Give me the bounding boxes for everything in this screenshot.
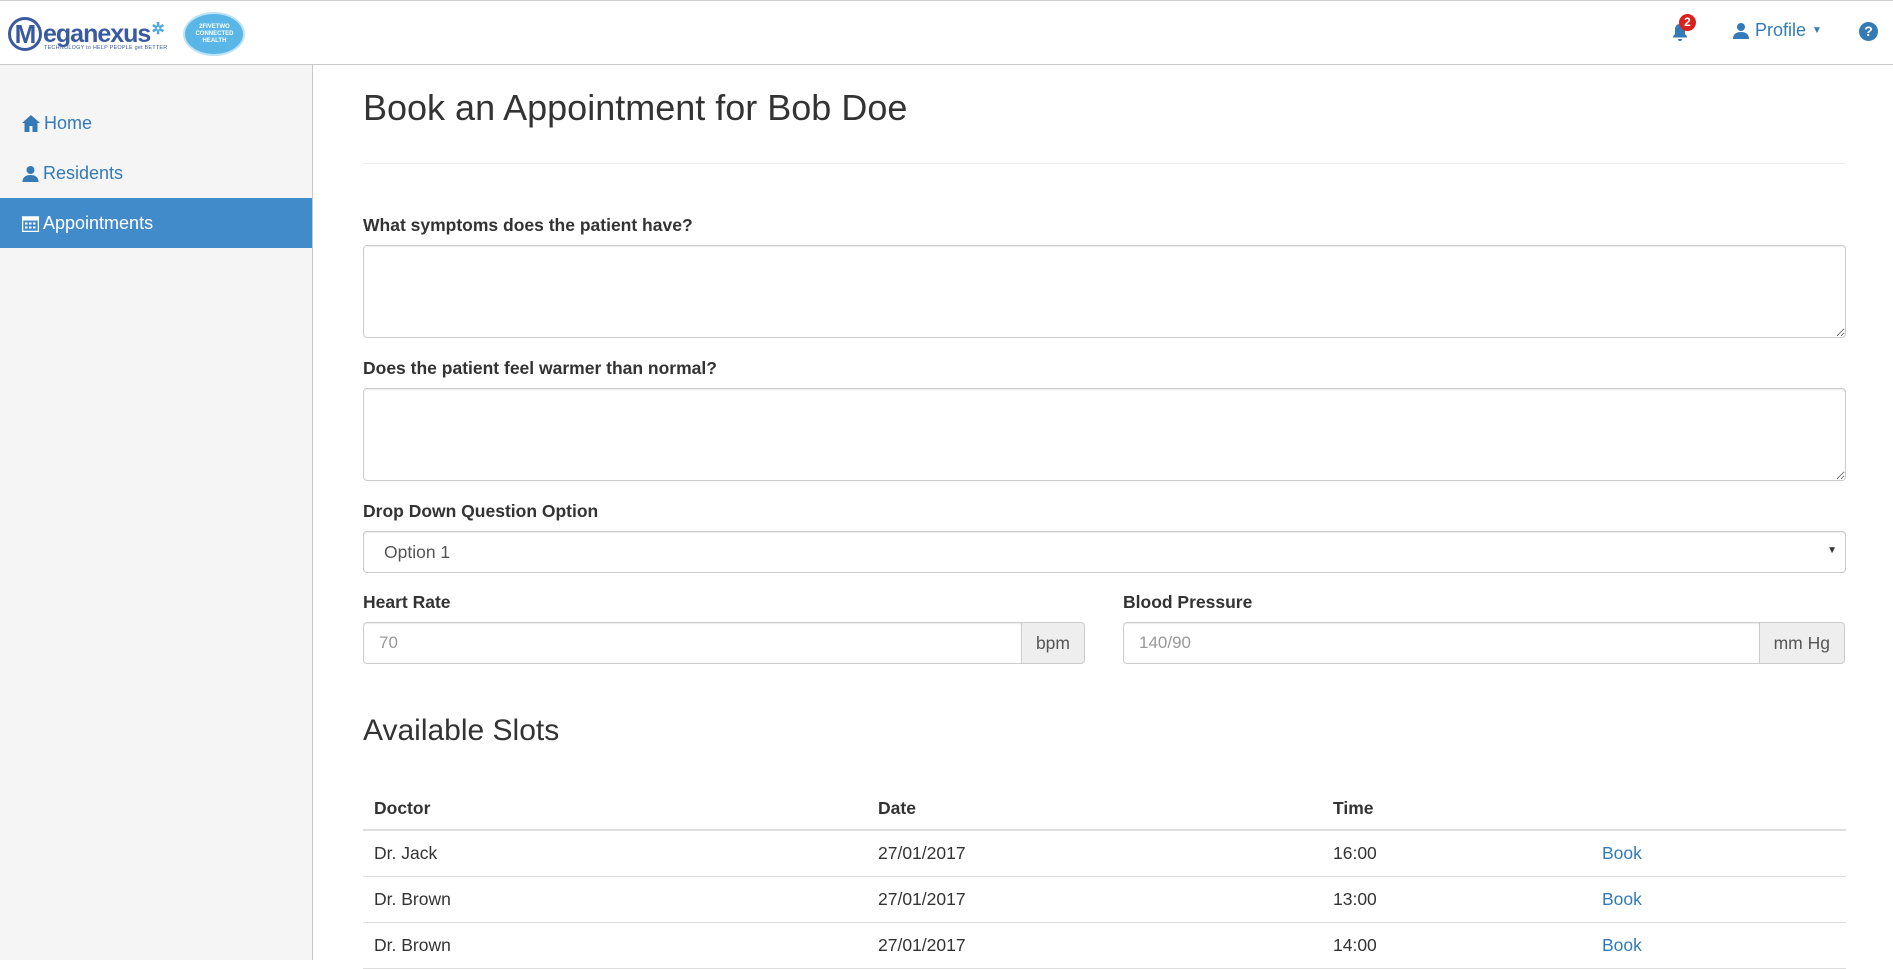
- symptoms-textarea[interactable]: [363, 245, 1846, 338]
- book-link[interactable]: Book: [1602, 935, 1642, 955]
- sidebar-item-residents[interactable]: Residents: [0, 148, 312, 198]
- book-link[interactable]: Book: [1602, 843, 1642, 863]
- logo-star-icon: ✲: [151, 21, 164, 38]
- calendar-icon: [22, 215, 39, 232]
- sidebar-item-label: Appointments: [43, 212, 154, 233]
- user-icon: [22, 165, 39, 182]
- dropdown-selected-value: Option 1: [384, 541, 451, 562]
- logo-m-mark: M: [8, 17, 42, 51]
- sidebar-item-appointments[interactable]: Appointments: [0, 198, 312, 248]
- column-header-date: Date: [867, 786, 1322, 831]
- caret-down-icon: ▼: [1812, 25, 1822, 36]
- book-link[interactable]: Book: [1602, 889, 1642, 909]
- blood-pressure-input[interactable]: [1123, 622, 1759, 664]
- slots-table: Doctor Date Time Dr. Jack 27/01/2017 16:…: [363, 786, 1846, 969]
- symptoms-label: What symptoms does the patient have?: [363, 215, 693, 235]
- heart-rate-label: Heart Rate: [363, 592, 451, 612]
- dropdown-select[interactable]: Option 1 ▼: [363, 531, 1846, 573]
- partner-logo: 2FIVETWO CONNECTED HEALTH: [183, 12, 246, 56]
- heart-rate-group: Heart Rate bpm: [363, 592, 1085, 664]
- main-content: Book an Appointment for Bob Doe What sym…: [363, 65, 1846, 969]
- cell-time: 14:00: [1322, 922, 1591, 969]
- warmer-group: Does the patient feel warmer than normal…: [363, 358, 1846, 481]
- cell-doctor: Dr. Jack: [363, 830, 867, 877]
- blood-pressure-input-group: mm Hg: [1123, 622, 1845, 664]
- logo-wordmark: eganexus: [43, 20, 151, 48]
- cell-doctor: Dr. Brown: [363, 922, 867, 969]
- warmer-label: Does the patient feel warmer than normal…: [363, 358, 717, 378]
- cell-doctor: Dr. Brown: [363, 876, 867, 923]
- table-row: Dr. Brown 27/01/2017 13:00 Book: [363, 876, 1846, 923]
- vitals-row: Heart Rate bpm Blood Pressure mm Hg: [363, 592, 1846, 664]
- page-title: Book an Appointment for Bob Doe: [363, 87, 1846, 164]
- logo-tagline: TECHNOLOGY to HELP PEOPLE get BETTER: [44, 45, 168, 51]
- table-row: Dr. Brown 27/01/2017 14:00 Book: [363, 922, 1846, 969]
- sidebar-item-label: Residents: [43, 162, 124, 183]
- sidebar-item-home[interactable]: Home: [0, 98, 312, 148]
- notification-badge: 2: [1679, 14, 1696, 31]
- warmer-textarea[interactable]: [363, 388, 1846, 481]
- dropdown-label: Drop Down Question Option: [363, 501, 599, 521]
- blood-pressure-unit: mm Hg: [1758, 622, 1845, 664]
- blood-pressure-group: Blood Pressure mm Hg: [1123, 592, 1845, 664]
- heart-rate-input[interactable]: [363, 622, 1021, 664]
- cell-date: 27/01/2017: [867, 830, 1322, 877]
- table-header-row: Doctor Date Time: [363, 786, 1846, 831]
- heart-rate-unit: bpm: [1020, 622, 1085, 664]
- symptoms-group: What symptoms does the patient have?: [363, 215, 1846, 338]
- sidebar: Home Residents Appointments: [0, 65, 313, 960]
- cell-time: 16:00: [1322, 830, 1591, 877]
- top-navbar: M eganexus ✲ TECHNOLOGY to HELP PEOPLE g…: [0, 0, 1893, 65]
- column-header-time: Time: [1322, 786, 1591, 831]
- meganexus-logo[interactable]: M eganexus ✲ TECHNOLOGY to HELP PEOPLE g…: [8, 17, 167, 51]
- user-icon: [1733, 23, 1749, 39]
- table-row: Dr. Jack 27/01/2017 16:00 Book: [363, 830, 1846, 877]
- dropdown-group: Drop Down Question Option Option 1 ▼: [363, 501, 1846, 573]
- help-icon[interactable]: ?: [1859, 22, 1878, 41]
- column-header-action: [1591, 786, 1846, 831]
- sidebar-item-label: Home: [44, 112, 93, 133]
- column-header-doctor: Doctor: [363, 786, 867, 831]
- home-icon: [22, 114, 40, 132]
- blood-pressure-label: Blood Pressure: [1123, 592, 1253, 612]
- caret-down-icon: ▼: [1827, 545, 1837, 556]
- heart-rate-input-group: bpm: [363, 622, 1085, 664]
- cell-time: 13:00: [1322, 876, 1591, 923]
- cell-date: 27/01/2017: [867, 876, 1322, 923]
- brand-logos[interactable]: M eganexus ✲ TECHNOLOGY to HELP PEOPLE g…: [8, 11, 246, 57]
- profile-dropdown[interactable]: Profile ▼: [1733, 20, 1822, 41]
- slots-heading: Available Slots: [363, 714, 560, 747]
- profile-label: Profile: [1755, 20, 1807, 40]
- sidebar-nav: Home Residents Appointments: [0, 98, 312, 248]
- cell-date: 27/01/2017: [867, 922, 1322, 969]
